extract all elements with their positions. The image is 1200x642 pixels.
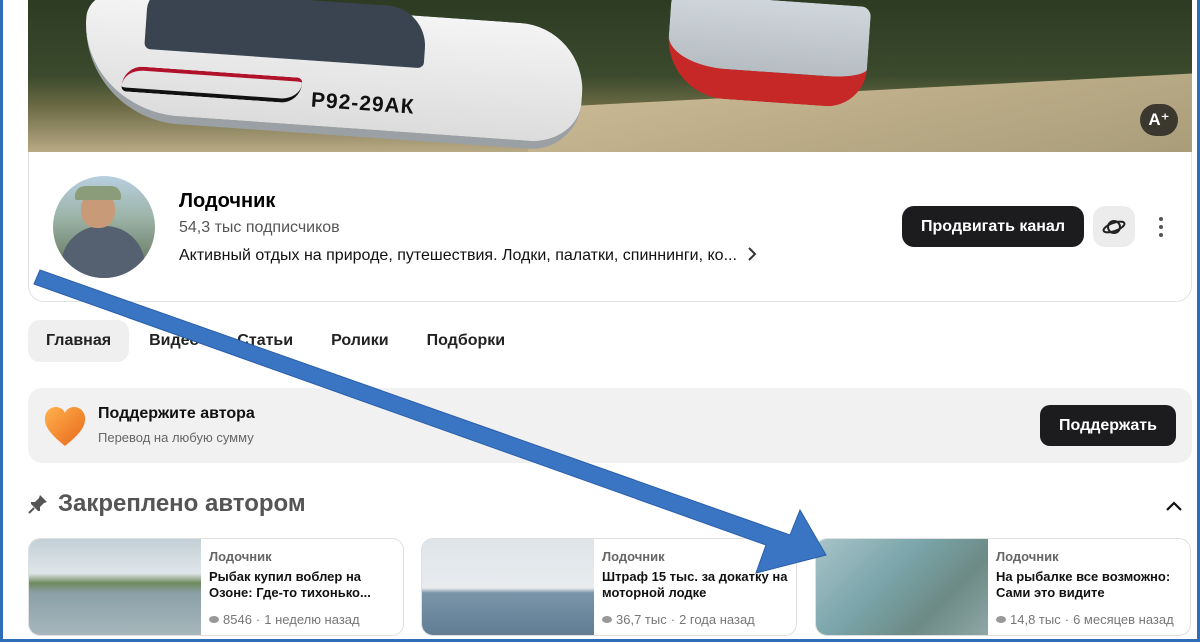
card-views: 36,7 тыс (616, 612, 667, 627)
channel-header: Лодочник 54,3 тыс подписчиков Активный о… (28, 152, 1192, 302)
pinned-cards: Лодочник Рыбак купил воблер на Озоне: Гд… (28, 538, 1192, 638)
card-thumbnail (816, 539, 988, 635)
avatar[interactable] (53, 176, 155, 278)
channel-description-text: Активный отдых на природе, путешествия. … (179, 246, 737, 264)
card-thumbnail (422, 539, 594, 635)
chevron-up-icon[interactable] (1162, 494, 1186, 518)
boat-plate-number: Р92-29АК (310, 88, 416, 119)
eye-icon (996, 616, 1006, 623)
card-time: 2 года назад (679, 612, 755, 627)
pinned-card[interactable]: Лодочник Рыбак купил воблер на Озоне: Гд… (28, 538, 404, 636)
channel-description[interactable]: Активный отдых на природе, путешествия. … (179, 245, 757, 266)
eye-icon (209, 616, 219, 623)
card-meta: 36,7 тыс · 2 года назад (602, 612, 755, 627)
card-title: Рыбак купил воблер на Озоне: Где-то тихо… (209, 569, 371, 600)
card-time: 6 месяцев назад (1073, 612, 1174, 627)
subscriber-count: 54,3 тыс подписчиков (179, 219, 340, 236)
card-time: 1 неделю назад (264, 612, 360, 627)
eye-icon (602, 616, 612, 623)
heart-icon (44, 407, 86, 446)
card-title: Штраф 15 тыс. за докатку на моторной лод… (602, 569, 788, 600)
boat-stripe (121, 65, 303, 104)
card-meta: 8546 · 1 неделю назад (209, 612, 360, 627)
tab-shorts[interactable]: Ролики (313, 320, 407, 362)
promote-channel-button[interactable]: Продвигать канал (902, 206, 1084, 247)
tab-main[interactable]: Главная (28, 320, 130, 362)
pinned-card[interactable]: Лодочник Штраф 15 тыс. за докатку на мот… (421, 538, 797, 636)
support-title: Поддержите автора (98, 405, 255, 422)
channel-banner: Р92-29АК A⁺ (28, 0, 1192, 152)
ai-translate-icon[interactable]: A⁺ (1140, 104, 1178, 136)
more-options-icon[interactable] (1151, 212, 1171, 242)
support-button[interactable]: Поддержать (1040, 405, 1176, 446)
channel-name[interactable]: Лодочник (179, 190, 275, 213)
card-author: Лодочник (209, 549, 272, 564)
chevron-right-icon (747, 245, 757, 266)
planet-icon (1102, 219, 1126, 234)
pinned-title: Закреплено автором (58, 490, 306, 517)
card-author: Лодочник (602, 549, 665, 564)
tab-articles[interactable]: Статьи (219, 320, 311, 362)
pinned-header: Закреплено автором (28, 490, 306, 518)
card-views: 8546 (223, 612, 252, 627)
pinned-card[interactable]: Лодочник На рыбалке все возможно: Сами э… (815, 538, 1191, 636)
card-author: Лодочник (996, 549, 1059, 564)
channel-tabs: Главная Видео Статьи Ролики Подборки (28, 320, 525, 362)
card-meta: 14,8 тыс · 6 месяцев назад (996, 612, 1174, 627)
support-subtitle: Перевод на любую сумму (98, 430, 254, 445)
card-views: 14,8 тыс (1010, 612, 1061, 627)
avatar-body (61, 226, 145, 278)
tab-collections[interactable]: Подборки (409, 320, 524, 362)
pin-icon (28, 495, 47, 514)
boat-deck (144, 0, 428, 69)
card-title: На рыбалке все возможно: Сами это видите (996, 569, 1171, 600)
tab-videos[interactable]: Видео (131, 320, 217, 362)
planet-button[interactable] (1093, 206, 1135, 247)
avatar-cap (75, 186, 121, 200)
support-author-card: Поддержите автора Перевод на любую сумму… (28, 388, 1192, 463)
card-thumbnail (29, 539, 201, 635)
